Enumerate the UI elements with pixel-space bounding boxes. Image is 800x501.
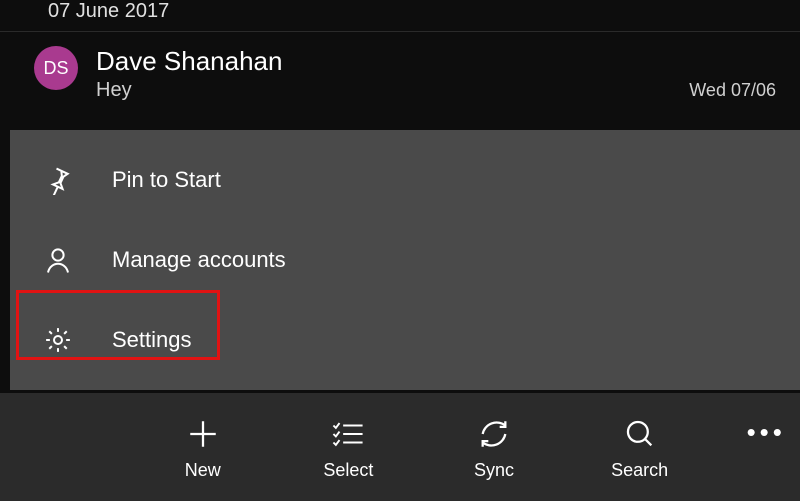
message-date: Wed 07/06 [689, 80, 776, 101]
pin-icon [38, 165, 78, 195]
context-menu: Pin to Start Manage accounts Settings [10, 130, 800, 390]
select-button[interactable]: Select [306, 414, 392, 481]
avatar-initials: DS [43, 58, 68, 79]
date-text: 07 June 2017 [48, 0, 169, 22]
bar-label: Select [323, 460, 373, 481]
more-button[interactable]: ••• [742, 417, 790, 448]
bar-label: Sync [474, 460, 514, 481]
menu-manage-accounts[interactable]: Manage accounts [10, 220, 800, 300]
menu-label: Settings [112, 327, 192, 353]
message-preview: Hey [96, 79, 132, 102]
menu-label: Manage accounts [112, 247, 286, 273]
gear-icon [38, 325, 78, 355]
search-button[interactable]: Search [597, 414, 683, 481]
select-icon [331, 414, 365, 454]
search-icon [623, 414, 657, 454]
menu-pin-to-start[interactable]: Pin to Start [10, 140, 800, 220]
menu-label: Pin to Start [112, 167, 221, 193]
sender-name: Dave Shanahan [96, 46, 780, 77]
new-button[interactable]: New [160, 414, 246, 481]
avatar: DS [34, 46, 78, 90]
plus-icon [186, 414, 220, 454]
person-icon [38, 245, 78, 275]
bottom-bar: New Select Sync Search ••• [0, 393, 800, 501]
bar-label: New [185, 460, 221, 481]
message-content: Dave Shanahan Hey Wed 07/06 [96, 46, 780, 102]
sync-button[interactable]: Sync [451, 414, 537, 481]
sync-icon [477, 414, 511, 454]
bar-label: Search [611, 460, 668, 481]
menu-settings[interactable]: Settings [10, 300, 800, 380]
date-header: 07 June 2017 [0, 0, 800, 32]
message-row[interactable]: DS Dave Shanahan Hey Wed 07/06 [0, 32, 800, 102]
